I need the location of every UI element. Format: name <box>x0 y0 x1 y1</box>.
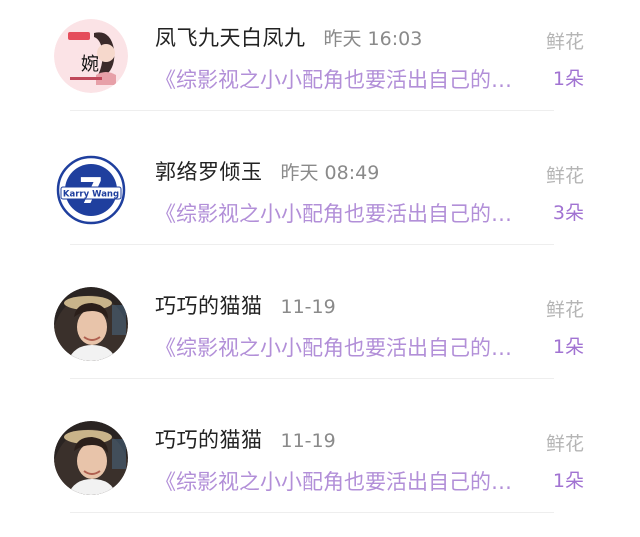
avatar[interactable] <box>54 287 128 361</box>
user-name[interactable]: 巧巧的猫猫 <box>155 424 263 454</box>
list-item[interactable]: 巧巧的猫猫 11-19 鲜花 《综影视之小小配角也要活出自己的… 1朵 <box>0 402 640 536</box>
book-title-link[interactable]: 《综影视之小小配角也要活出自己的… <box>155 466 535 496</box>
book-title-link[interactable]: 《综影视之小小配角也要活出自己的… <box>155 64 535 94</box>
timestamp: 昨天 16:03 <box>323 28 423 50</box>
user-name[interactable]: 巧巧的猫猫 <box>155 290 263 320</box>
gift-type-label: 鲜花 <box>545 433 584 455</box>
avatar[interactable] <box>54 421 128 495</box>
divider <box>70 378 554 379</box>
book-title-link[interactable]: 《综影视之小小配角也要活出自己的… <box>155 332 535 362</box>
gift-type-label: 鲜花 <box>545 31 584 53</box>
woman-photo-avatar-icon <box>54 421 128 495</box>
timestamp: 11-19 <box>280 296 336 318</box>
gift-count: 1朵 <box>552 68 584 90</box>
divider <box>70 512 554 513</box>
karry-wang-7-badge-avatar-icon: 7 Karry Wang <box>54 153 128 227</box>
timestamp: 昨天 08:49 <box>280 162 380 184</box>
gift-record-list: 婉 凤飞九天白凤九 昨天 16:03 鲜花 《综影视之小小配角也要活出自己的… … <box>0 0 640 537</box>
woman-photo-avatar-icon <box>54 287 128 361</box>
avatar[interactable]: 婉 <box>54 19 128 93</box>
anime-girl-avatar-icon: 婉 <box>54 19 128 93</box>
user-name[interactable]: 凤飞九天白凤九 <box>155 22 306 52</box>
timestamp: 11-19 <box>280 430 336 452</box>
list-item[interactable]: 婉 凤飞九天白凤九 昨天 16:03 鲜花 《综影视之小小配角也要活出自己的… … <box>0 0 640 134</box>
avatar[interactable]: 7 Karry Wang <box>54 153 128 227</box>
avatar-text: 婉 <box>81 54 99 75</box>
avatar-text: Karry Wang <box>63 190 119 200</box>
list-item[interactable]: 巧巧的猫猫 11-19 鲜花 《综影视之小小配角也要活出自己的… 1朵 <box>0 268 640 402</box>
user-name[interactable]: 郭络罗倾玉 <box>155 156 263 186</box>
gift-type-label: 鲜花 <box>545 299 584 321</box>
list-item[interactable]: 7 Karry Wang 郭络罗倾玉 昨天 08:49 鲜花 《综影视之小小配角… <box>0 134 640 268</box>
divider <box>70 244 554 245</box>
gift-count: 1朵 <box>552 470 584 492</box>
book-title-link[interactable]: 《综影视之小小配角也要活出自己的… <box>155 198 535 228</box>
gift-count: 1朵 <box>552 336 584 358</box>
divider <box>70 110 554 111</box>
gift-count: 3朵 <box>552 202 584 224</box>
gift-type-label: 鲜花 <box>545 165 584 187</box>
